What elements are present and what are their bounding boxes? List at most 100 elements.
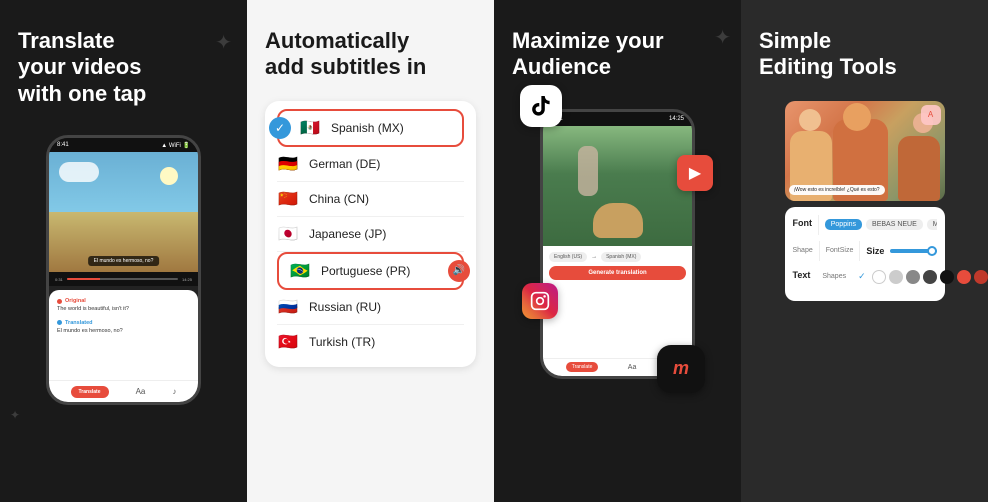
font-poppins[interactable]: Poppins — [825, 219, 862, 230]
person-body — [578, 146, 598, 196]
lang-item-portuguese[interactable]: 🇧🇷 Portuguese (PR) 🔊 — [277, 252, 464, 290]
lang-item-china[interactable]: 🇨🇳 China (CN) — [277, 182, 464, 217]
video-thumb-3 — [543, 126, 692, 246]
translate-button-3[interactable]: Generate translation — [549, 266, 686, 280]
font-label: Font — [793, 218, 813, 228]
time-start: 0:31 — [55, 277, 63, 282]
phone-bottom-bar-1: Translate Aa ♪ — [49, 380, 198, 402]
phone-mockup-1: 8:41 ▲ WiFi 🔋 El mundo es hermoso, no? 0… — [46, 135, 201, 405]
font-bebas[interactable]: BEBAS NEUE — [866, 219, 923, 230]
color-row: Text Shapes ✓ — [793, 267, 937, 287]
check-badge: ✓ — [269, 117, 291, 139]
panel-1-title: Translate your videos with one tap — [18, 28, 229, 107]
font-icon-3: Aa — [628, 364, 637, 371]
star-decoration-2: ✦ — [10, 408, 20, 422]
star-decoration-1: ✦ — [215, 30, 232, 55]
color-swatches — [872, 270, 988, 284]
panel-translate: ✦ ✦ Translate your videos with one tap 8… — [0, 0, 247, 502]
divider-1 — [818, 215, 819, 235]
person-left-head — [799, 109, 821, 131]
lang-item-spanish[interactable]: ✓ 🇲🇽 Spanish (MX) — [277, 109, 464, 147]
lang-name-japanese: Japanese (JP) — [309, 227, 464, 241]
tiktok-logo — [520, 85, 562, 127]
size-row: Shape FontSize Size — [793, 241, 937, 261]
panel-3-phone-container: 0:31 14:25 English (US) → Spanish (MX) G — [540, 105, 695, 379]
font-options: Poppins BEBAS NEUE Montserrat — [825, 219, 937, 230]
font-icon: Aa — [136, 387, 146, 396]
panel-1-phone-container: 8:41 ▲ WiFi 🔋 El mundo es hermoso, no? 0… — [46, 131, 201, 405]
slider-thumb — [927, 246, 937, 256]
corner-badge: A — [921, 105, 941, 125]
person-center-head — [843, 103, 871, 131]
panel-subtitles: Automatically add subtitles in ✓ 🇲🇽 Span… — [247, 0, 494, 502]
original-row: Original The world is beautiful, isn't i… — [57, 298, 190, 314]
status-icons-3: 14:25 — [669, 116, 684, 122]
lang-item-german[interactable]: 🇩🇪 German (DE) — [277, 147, 464, 182]
arrow-icon: → — [591, 254, 597, 260]
text-label: Text — [793, 270, 811, 280]
lang-name-portuguese: Portuguese (PR) — [321, 264, 452, 278]
people-photo-container: A ¡Wow esto es increíble! ¿Qué es esto? — [785, 101, 945, 201]
size-label: Size — [866, 246, 884, 256]
panel-2-title: Automatically add subtitles in — [265, 28, 476, 81]
phone-screen-1: 8:41 ▲ WiFi 🔋 El mundo es hermoso, no? 0… — [49, 138, 198, 402]
flag-jp: 🇯🇵 — [277, 224, 299, 244]
color-white[interactable] — [872, 270, 886, 284]
speaker-badge: 🔊 — [448, 260, 470, 282]
lang-name-russian: Russian (RU) — [309, 300, 464, 314]
lang-item-turkish[interactable]: 🇹🇷 Turkish (TR) — [277, 325, 464, 359]
clouds — [59, 162, 99, 182]
font-montserrat[interactable]: Montserrat — [927, 219, 937, 230]
mic-dot — [57, 299, 62, 304]
lang-name-german: German (DE) — [309, 157, 464, 171]
color-gray[interactable] — [906, 270, 920, 284]
melo-logo: m — [657, 345, 705, 393]
size-slider[interactable] — [890, 249, 936, 253]
star-decoration-3: ✦ — [714, 25, 731, 50]
panel-3-title: Maximize your Audience — [512, 28, 723, 81]
check-icon: ✓ — [858, 271, 866, 282]
phone-mockup-3: 0:31 14:25 English (US) → Spanish (MX) G — [540, 109, 695, 379]
panel-audience: ✦ Maximize your Audience 0:31 14:25 — [494, 0, 741, 502]
font-section: Font Poppins BEBAS NEUE Montserrat — [793, 215, 937, 235]
instagram-logo — [522, 283, 558, 319]
color-red[interactable] — [957, 270, 971, 284]
lang-name-china: China (CN) — [309, 192, 464, 206]
color-section: Text Shapes ✓ — [793, 267, 937, 287]
flag-tr: 🇹🇷 — [277, 332, 299, 352]
lang-item-japanese[interactable]: 🇯🇵 Japanese (JP) — [277, 217, 464, 252]
edit-panel: Font Poppins BEBAS NEUE Montserrat Shape… — [785, 207, 945, 301]
time-end: 14:25 — [182, 277, 192, 282]
divider-2 — [819, 241, 820, 261]
youtube-logo: ▶ — [677, 155, 713, 191]
color-lightgray[interactable] — [889, 270, 903, 284]
color-darkred[interactable] — [974, 270, 988, 284]
lang-item-russian[interactable]: 🇷🇺 Russian (RU) — [277, 290, 464, 325]
dog-body — [593, 203, 643, 238]
translation-panel: Original The world is beautiful, isn't i… — [49, 290, 198, 380]
original-text: The world is beautiful, isn't it? — [57, 306, 190, 314]
translated-text: El mundo es hermoso, no? — [57, 328, 190, 336]
phone-3-bottom: English (US) → Spanish (MX) Generate tra… — [543, 246, 692, 358]
blue-dot — [57, 320, 62, 325]
fontsize-label: FontSize — [826, 247, 854, 254]
status-time: 8:41 — [57, 142, 69, 148]
translate-button-sm[interactable]: Translate — [566, 362, 599, 372]
flag-de: 🇩🇪 — [277, 154, 299, 174]
status-icons: ▲ WiFi 🔋 — [161, 142, 190, 149]
original-label: Original — [57, 298, 190, 304]
flag-ru: 🇷🇺 — [277, 297, 299, 317]
video-subtitle: El mundo es hermoso, no? — [88, 256, 160, 266]
font-row: Font Poppins BEBAS NEUE Montserrat — [793, 215, 937, 235]
progress-fill — [67, 278, 100, 280]
lang-name-turkish: Turkish (TR) — [309, 335, 464, 349]
lang-chip-en: English (US) — [549, 252, 587, 262]
translate-button-1[interactable]: Translate — [71, 386, 109, 398]
size-section: Shape FontSize Size — [793, 241, 937, 261]
video-controls: 0:31 14:25 — [49, 272, 198, 286]
color-darkgray[interactable] — [923, 270, 937, 284]
progress-bar[interactable] — [67, 278, 178, 280]
status-bar-3: 0:31 14:25 — [543, 112, 692, 126]
color-black[interactable] — [940, 270, 954, 284]
translated-row: Translated El mundo es hermoso, no? — [57, 320, 190, 336]
